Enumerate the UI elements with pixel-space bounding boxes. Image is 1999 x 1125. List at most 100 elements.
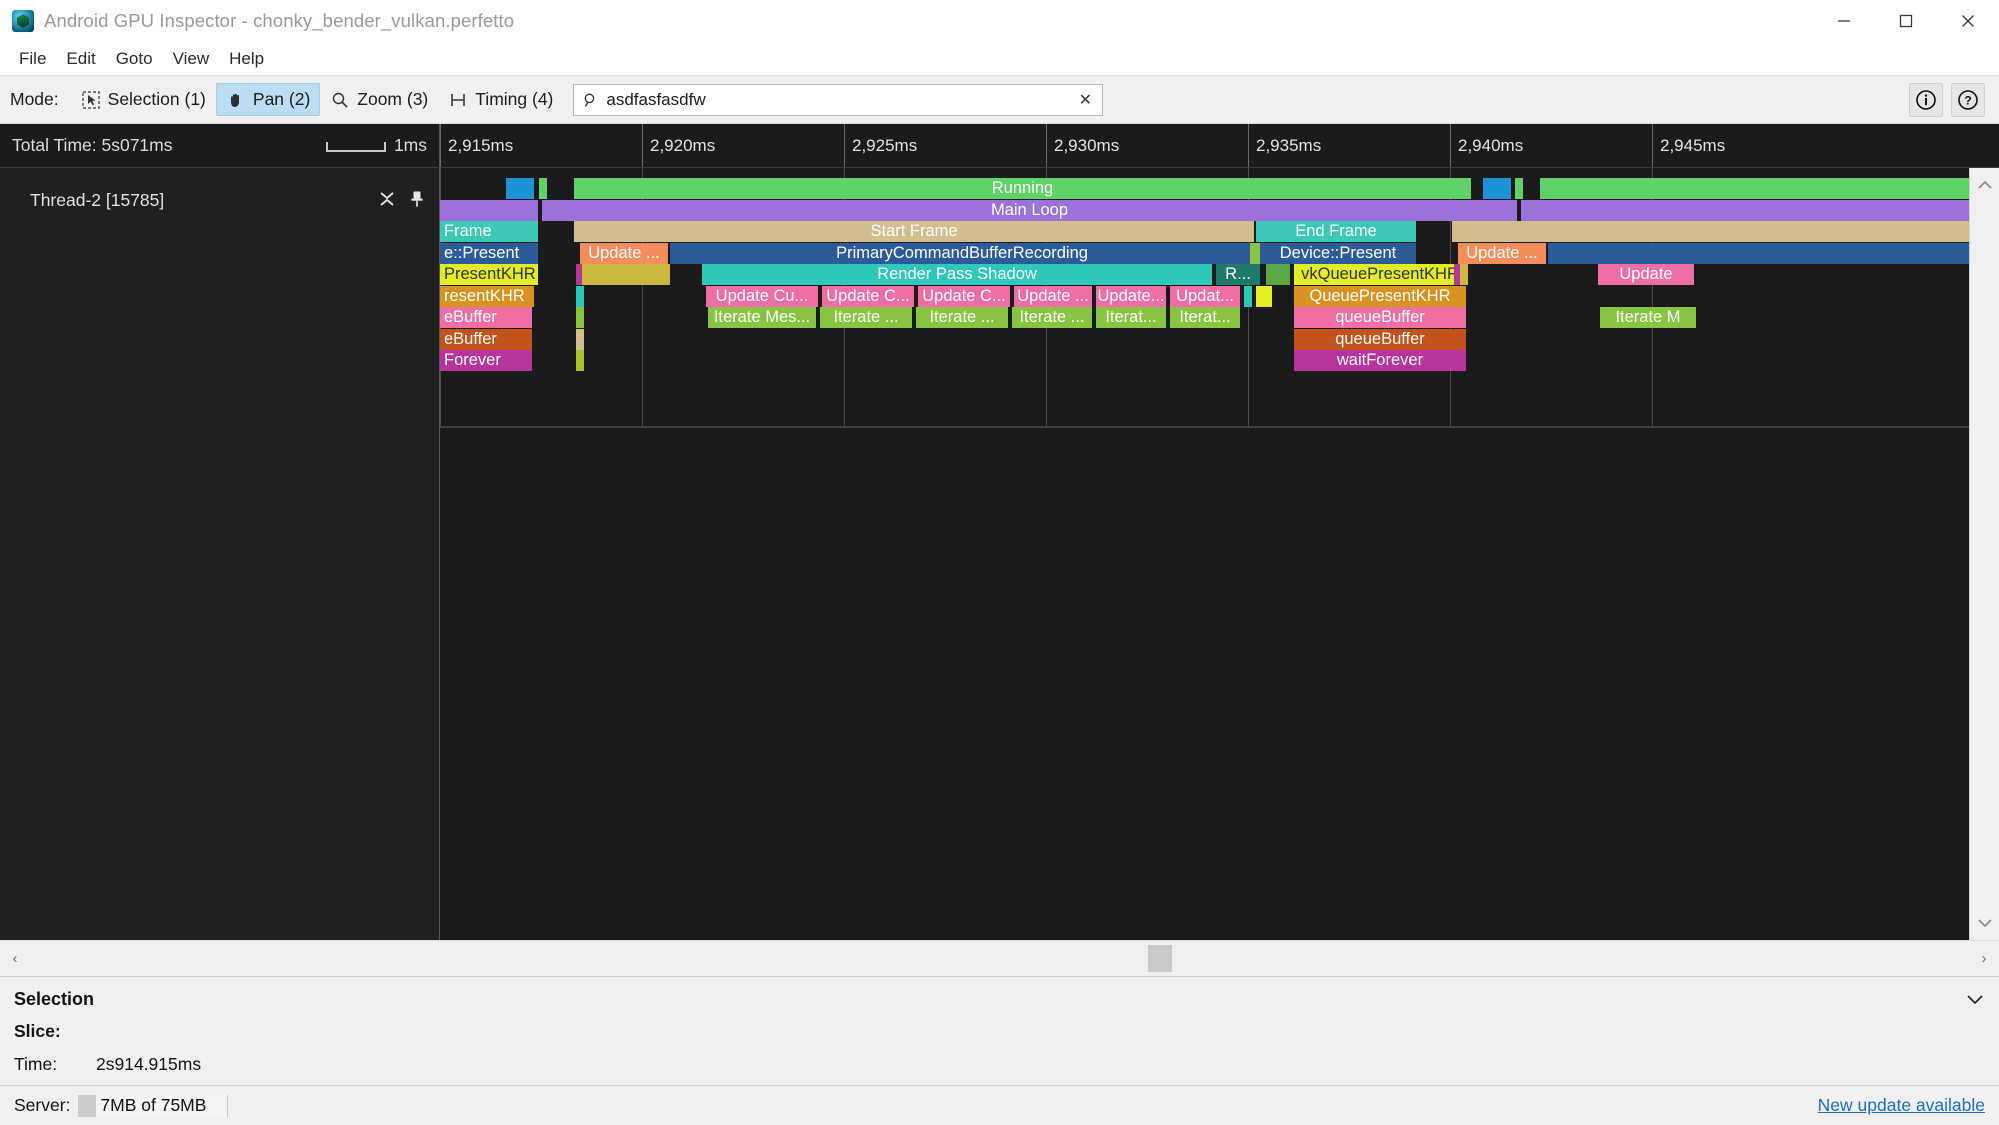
pin-icon[interactable] <box>409 190 425 208</box>
menu-item-goto[interactable]: Goto <box>107 46 162 72</box>
timeline-slice[interactable] <box>539 178 547 199</box>
mode-button-zoom[interactable]: Zoom (3) <box>320 83 438 116</box>
timeline-slice-label: eBuffer <box>444 308 497 326</box>
timeline-slice[interactable]: PresentKHR <box>440 264 538 285</box>
scroll-left-button[interactable]: ‹ <box>0 950 30 967</box>
timeline-slice[interactable] <box>440 199 538 221</box>
maximize-button[interactable] <box>1875 0 1937 42</box>
menu-item-edit[interactable]: Edit <box>57 46 104 72</box>
timeline-slice[interactable] <box>1460 264 1468 285</box>
timeline-slice[interactable]: Render Pass Shadow <box>702 264 1212 285</box>
mode-button-timing[interactable]: Timing (4) <box>438 83 563 116</box>
timeline-slice[interactable] <box>576 328 584 350</box>
timeline-slice[interactable] <box>1540 178 1969 199</box>
timeline-ruler: Total Time: 5s071ms 1ms 2,915ms 2,920ms 2,… <box>0 124 1999 168</box>
timeline-slice[interactable] <box>1521 199 1969 221</box>
timeline-slice[interactable]: Iterat... <box>1096 307 1166 328</box>
timeline-slice[interactable]: Update... <box>1096 285 1166 307</box>
timeline-slice[interactable]: vkQueuePresentKHR <box>1294 264 1466 285</box>
chevron-down-icon[interactable] <box>1965 992 1985 1006</box>
menu-item-file[interactable]: File <box>10 46 55 72</box>
timeline-slice-label: Forever <box>444 351 501 369</box>
search-input[interactable]: asdfasfasdfw <box>606 90 1070 110</box>
timeline-slice[interactable]: Update C... <box>822 285 914 307</box>
timeline-slice[interactable] <box>1483 178 1511 199</box>
timeline-slice[interactable] <box>1256 285 1264 307</box>
help-button[interactable]: ? <box>1951 82 1985 117</box>
horizontal-scroll-thumb[interactable] <box>1148 945 1172 972</box>
info-button[interactable] <box>1909 82 1943 117</box>
horizontal-scrollbar[interactable]: ‹ › <box>0 940 1999 976</box>
timeline-slice[interactable]: Start Frame <box>574 221 1254 242</box>
close-button[interactable] <box>1937 0 1999 42</box>
timeline-slice[interactable]: Update ... <box>580 242 668 264</box>
timeline-slice[interactable]: Forever <box>440 350 532 371</box>
slice-lanes[interactable]: Running Main Loop Frame Start Frame End Fram… <box>440 168 1969 940</box>
new-update-link[interactable]: New update available <box>1818 1095 1985 1116</box>
timeline-slice[interactable] <box>1264 285 1272 307</box>
timeline-slice[interactable]: queueBuffer <box>1294 328 1466 350</box>
timeline-slice[interactable]: resentKHR <box>440 285 534 307</box>
vertical-scrollbar[interactable] <box>1969 168 1999 940</box>
timeline-slice[interactable]: Iterat... <box>1170 307 1240 328</box>
search-box[interactable]: asdfasfasdfw ✕ <box>573 83 1104 116</box>
selection-title: Selection <box>14 988 95 1009</box>
timeline-slice[interactable] <box>1244 285 1252 307</box>
chevron-down-icon[interactable] <box>1974 912 1996 934</box>
menu-bar: File Edit Goto View Help <box>0 42 1999 76</box>
scroll-right-button[interactable]: › <box>1969 950 1999 967</box>
clear-search-icon[interactable]: ✕ <box>1076 91 1094 109</box>
timeline-slice[interactable]: eBuffer <box>440 328 532 350</box>
timeline-slice[interactable] <box>1548 242 1969 264</box>
track-header[interactable]: Thread-2 [15785] <box>0 168 440 940</box>
timeline-slice[interactable]: PrimaryCommandBufferRecording <box>670 242 1254 264</box>
timeline-slice[interactable] <box>1515 178 1523 199</box>
menu-item-view[interactable]: View <box>164 46 219 72</box>
timeline-slice[interactable]: Frame <box>440 221 538 242</box>
timeline-slice[interactable]: Iterate M <box>1600 307 1696 328</box>
timeline-slice[interactable]: Iterate ... <box>820 307 912 328</box>
timeline-slice[interactable]: Iterate Mes... <box>708 307 816 328</box>
timeline-slice[interactable]: Update ... <box>1014 285 1092 307</box>
timeline-slice[interactable] <box>1266 264 1290 285</box>
timeline-slice[interactable] <box>1452 221 1969 242</box>
timeline-slice[interactable]: Device::Present <box>1260 242 1416 264</box>
timeline-slice[interactable]: Running <box>574 178 1471 199</box>
timeline-slice[interactable]: Updat... <box>1170 285 1240 307</box>
menu-item-help[interactable]: Help <box>220 46 273 72</box>
ruler-ticks[interactable]: 2,915ms 2,920ms 2,925ms 2,930ms 2,935ms 2,940… <box>440 124 1999 167</box>
timeline-slice-label: Update C... <box>922 286 1006 305</box>
horizontal-scroll-track[interactable] <box>30 941 1969 976</box>
timeline-slice-label: QueuePresentKHR <box>1309 286 1451 305</box>
timeline-slice[interactable]: waitForever <box>1294 350 1466 371</box>
ruler-summary: Total Time: 5s071ms 1ms <box>0 124 440 167</box>
selection-icon <box>81 90 101 110</box>
timeline-slice[interactable]: End Frame <box>1256 221 1416 242</box>
timeline-slice[interactable]: Update Cu... <box>706 285 818 307</box>
timeline-slice[interactable]: e::Present <box>440 242 538 264</box>
timeline-slice[interactable] <box>506 178 534 199</box>
mode-button-selection[interactable]: Selection (1) <box>71 83 216 116</box>
timeline-slice[interactable]: Iterate ... <box>916 307 1008 328</box>
timeline-slice[interactable]: Iterate ... <box>1012 307 1092 328</box>
collapse-icon[interactable] <box>379 190 395 208</box>
timeline-slice[interactable]: queueBuffer <box>1294 307 1466 328</box>
timeline-slice[interactable]: Update <box>1598 264 1694 285</box>
timeline-slice[interactable]: QueuePresentKHR <box>1294 285 1466 307</box>
minimize-button[interactable] <box>1813 0 1875 42</box>
timeline-tracks[interactable]: Running Main Loop Frame Start Frame End Fram… <box>440 168 1969 940</box>
timeline-slice[interactable] <box>582 264 670 285</box>
timeline-slice[interactable] <box>576 350 584 371</box>
timeline-slice-label: Update... <box>1097 286 1165 305</box>
timeline-slice[interactable] <box>1250 242 1260 264</box>
timeline-slice[interactable]: Main Loop <box>542 199 1517 221</box>
timeline-slice[interactable]: eBuffer <box>440 307 532 328</box>
chevron-up-icon[interactable] <box>1974 174 1996 196</box>
mode-button-pan[interactable]: Pan (2) <box>215 83 321 116</box>
timeline-slice[interactable]: R... <box>1216 264 1260 285</box>
timeline-slice[interactable] <box>576 285 584 307</box>
timeline-slice[interactable] <box>576 307 584 328</box>
timeline-slice[interactable]: Update ... <box>1458 242 1546 264</box>
selection-header[interactable]: Selection <box>0 977 1999 1021</box>
timeline-slice[interactable]: Update C... <box>918 285 1010 307</box>
